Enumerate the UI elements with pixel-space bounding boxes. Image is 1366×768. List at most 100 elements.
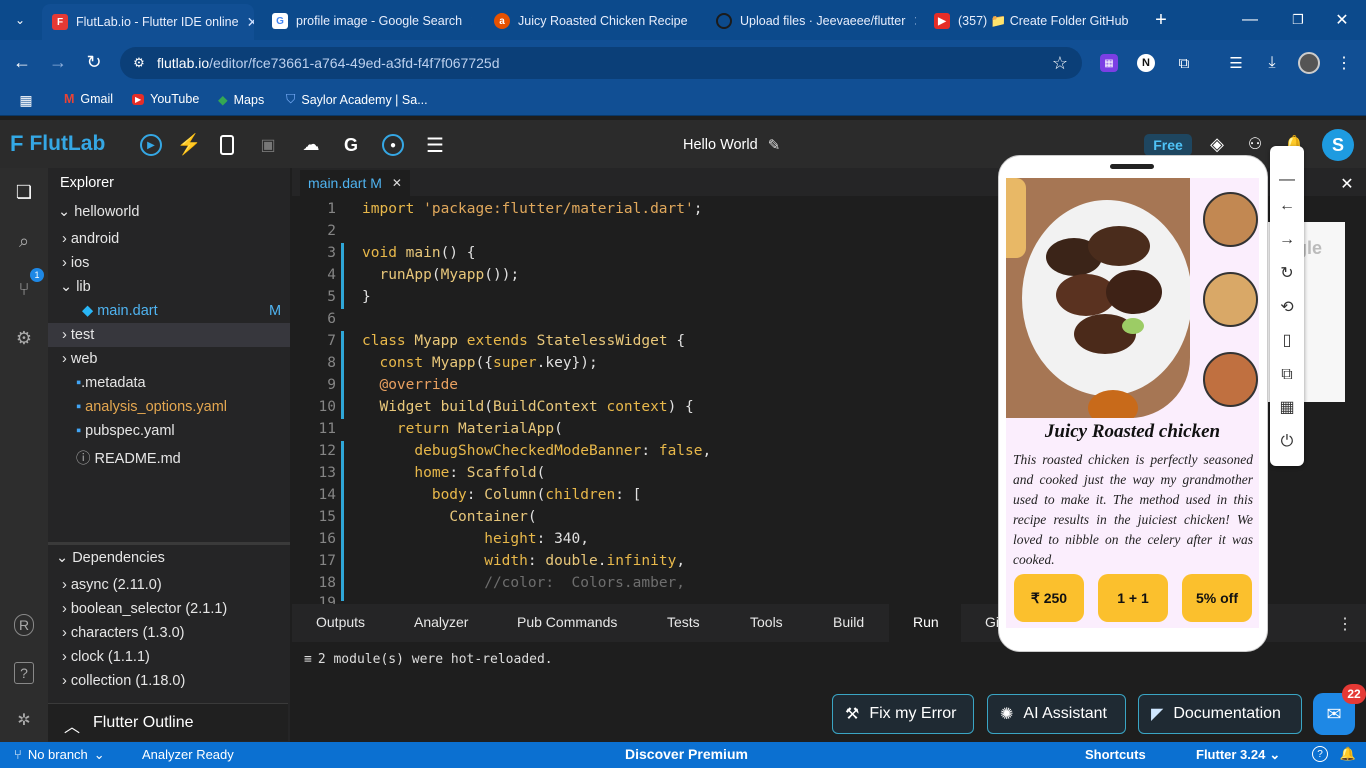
hamburger-menu-icon[interactable]: ☰ [424,134,446,157]
close-tab-icon[interactable]: ✕ [470,13,472,30]
flutter-version-selector[interactable]: Flutter 3.24 ⌄ [1196,747,1280,763]
editor-tab-main-dart[interactable]: main.dart M ✕ [300,170,410,196]
tab-git[interactable]: Gi [985,614,999,630]
offer-button[interactable]: 1 + 1 [1098,574,1168,622]
dependency-item[interactable]: › characters (1.3.0) [62,625,185,641]
tab-outputs[interactable]: Outputs [316,614,365,630]
fix-my-error-button[interactable]: ⚒ Fix my Error [832,694,974,734]
add-user-icon[interactable]: ⚇ [1243,133,1267,155]
code-line[interactable]: void main() { [362,245,476,261]
site-info-icon[interactable]: ⚙ [130,54,148,72]
code-line[interactable]: Container( [362,509,536,525]
profile-avatar[interactable] [1298,52,1320,74]
bookmark-youtube[interactable]: ▶ YouTube [132,92,199,106]
chromium-icon[interactable]: ● [382,134,404,156]
dependency-item[interactable]: › async (2.11.0) [62,577,162,593]
run-icon[interactable]: ▶ [140,134,162,156]
flutlab-logo[interactable]: F FlutLab [10,131,105,157]
code-line[interactable]: } [362,289,371,305]
tab-build[interactable]: Build [833,614,864,630]
apps-grid-icon[interactable]: ▦ [18,92,34,108]
thumbnail-image[interactable] [1203,352,1258,407]
code-line[interactable]: home: Scaffold( [362,465,545,481]
browser-tab-recipe[interactable]: a Juicy Roasted Chicken Recipe ✕ [484,6,694,36]
code-line[interactable]: width: double.infinity, [362,553,685,569]
tab-search-icon[interactable]: ⌄ [8,10,32,30]
search-icon[interactable]: ⌕ [14,230,34,252]
back-icon[interactable]: ← [12,52,32,72]
code-line[interactable]: //color: Colors.amber, [362,575,685,591]
thumbnail-image[interactable] [1203,192,1258,247]
tab-tools[interactable]: Tools [750,614,783,630]
extension-n-icon[interactable]: N [1137,54,1155,72]
extensions-icon[interactable]: ⧉ [1174,53,1194,73]
debug-bug-icon[interactable]: ✲ [14,709,34,731]
shortcuts-link[interactable]: Shortcuts [1085,747,1146,762]
close-preview-icon[interactable]: ✕ [1338,175,1356,193]
tab-tests[interactable]: Tests [667,614,700,630]
close-tab-icon[interactable]: ✕ [913,13,916,30]
google-icon[interactable]: G [340,134,362,156]
bell-status-icon[interactable]: 🔔 [1340,746,1356,762]
reload-icon[interactable]: ↻ [84,52,104,72]
restore-window-icon[interactable]: ❐ [1288,10,1308,30]
settings-gear-icon[interactable]: ⚙ [14,327,34,349]
edit-pencil-icon[interactable]: ✎ [768,136,781,154]
code-line[interactable]: import 'package:flutter/material.dart'; [362,201,702,217]
dependencies-header[interactable]: ⌄ Dependencies [56,550,165,566]
browser-tab-github[interactable]: Upload files · Jeevaeee/flutter ✕ [706,6,916,36]
minimize-window-icon[interactable]: — [1240,10,1260,30]
tab-run[interactable]: Run [913,614,939,630]
source-control-icon[interactable]: ⑂ [14,278,34,300]
rotate-device-icon[interactable]: ⟲ [1279,300,1295,316]
tab-pub-commands[interactable]: Pub Commands [517,614,617,630]
browser-tab-flutlab[interactable]: F FlutLab.io - Flutter IDE online ✕ [42,4,254,40]
price-button[interactable]: ₹ 250 [1014,574,1084,622]
url-text[interactable]: flutlab.io/editor/fce73661-a764-49ed-a3f… [157,55,500,71]
layers-icon[interactable]: ◈ [1206,133,1228,155]
thumbnail-image[interactable] [1203,272,1258,327]
ai-assistant-button[interactable]: ✺ AI Assistant [987,694,1126,734]
bookmark-gmail[interactable]: M Gmail [64,92,113,106]
plan-badge[interactable]: Free [1144,134,1192,156]
user-avatar[interactable]: S [1322,129,1354,161]
forward-icon[interactable]: → [48,52,68,72]
tree-file-main-dart[interactable]: ◆ main.dart [82,303,158,319]
device-frame-icon[interactable]: ▯ [1279,333,1295,349]
new-tab-icon[interactable]: + [1150,8,1172,32]
code-line[interactable]: return MaterialApp( [362,421,563,437]
tree-folder-test[interactable]: › test [62,327,94,343]
project-title[interactable]: Hello World ✎ [683,136,780,154]
code-line[interactable]: debugShowCheckedModeBanner: false, [362,443,711,459]
bookmark-maps[interactable]: ◆ Maps [218,92,264,108]
documentation-button[interactable]: ◤ Documentation [1138,694,1302,734]
tab-analyzer[interactable]: Analyzer [414,614,468,630]
preview-forward-icon[interactable]: → [1279,232,1295,248]
cloud-upload-icon[interactable]: ☁ [299,134,323,156]
open-external-icon[interactable]: ⧉ [1279,367,1295,383]
code-line[interactable]: body: Column(children: [ [362,487,642,503]
tree-file-analysis-options[interactable]: ▪ analysis_options.yaml [76,399,227,415]
branch-selector[interactable]: ⑂ No branch ⌄ [14,747,105,763]
extension-purple-icon[interactable]: ▦ [1100,54,1118,72]
code-line[interactable]: Widget build(BuildContext context) { [362,399,693,415]
dependency-item[interactable]: › collection (1.18.0) [62,673,185,689]
code-line[interactable]: class Myapp extends StatelessWidget { [362,333,685,349]
close-tab-icon[interactable]: ✕ [247,14,254,31]
discount-button[interactable]: 5% off [1182,574,1252,622]
save-icon[interactable]: ▣ [258,134,278,156]
bookmark-saylor[interactable]: ⛉ Saylor Academy | Sa... [286,92,428,107]
tree-folder-android[interactable]: › android [62,231,119,247]
tree-folder-lib[interactable]: ⌄ lib [60,279,91,295]
files-icon[interactable]: ❏ [14,181,34,203]
tree-file-readme[interactable]: ⓘ README.md [76,447,181,468]
close-editor-tab-icon[interactable]: ✕ [392,176,402,190]
bookmark-star-icon[interactable]: ☆ [1050,53,1070,73]
help-circle-icon[interactable]: ? [1312,746,1328,762]
discover-premium-link[interactable]: Discover Premium [625,746,748,762]
code-line[interactable]: height: 340, [362,531,589,547]
tree-file-metadata[interactable]: ▪.metadata [76,375,146,391]
hot-reload-icon[interactable]: ⚡ [177,133,202,156]
tree-folder-web[interactable]: › web [62,351,97,367]
media-queue-icon[interactable]: ☰ [1226,53,1246,73]
